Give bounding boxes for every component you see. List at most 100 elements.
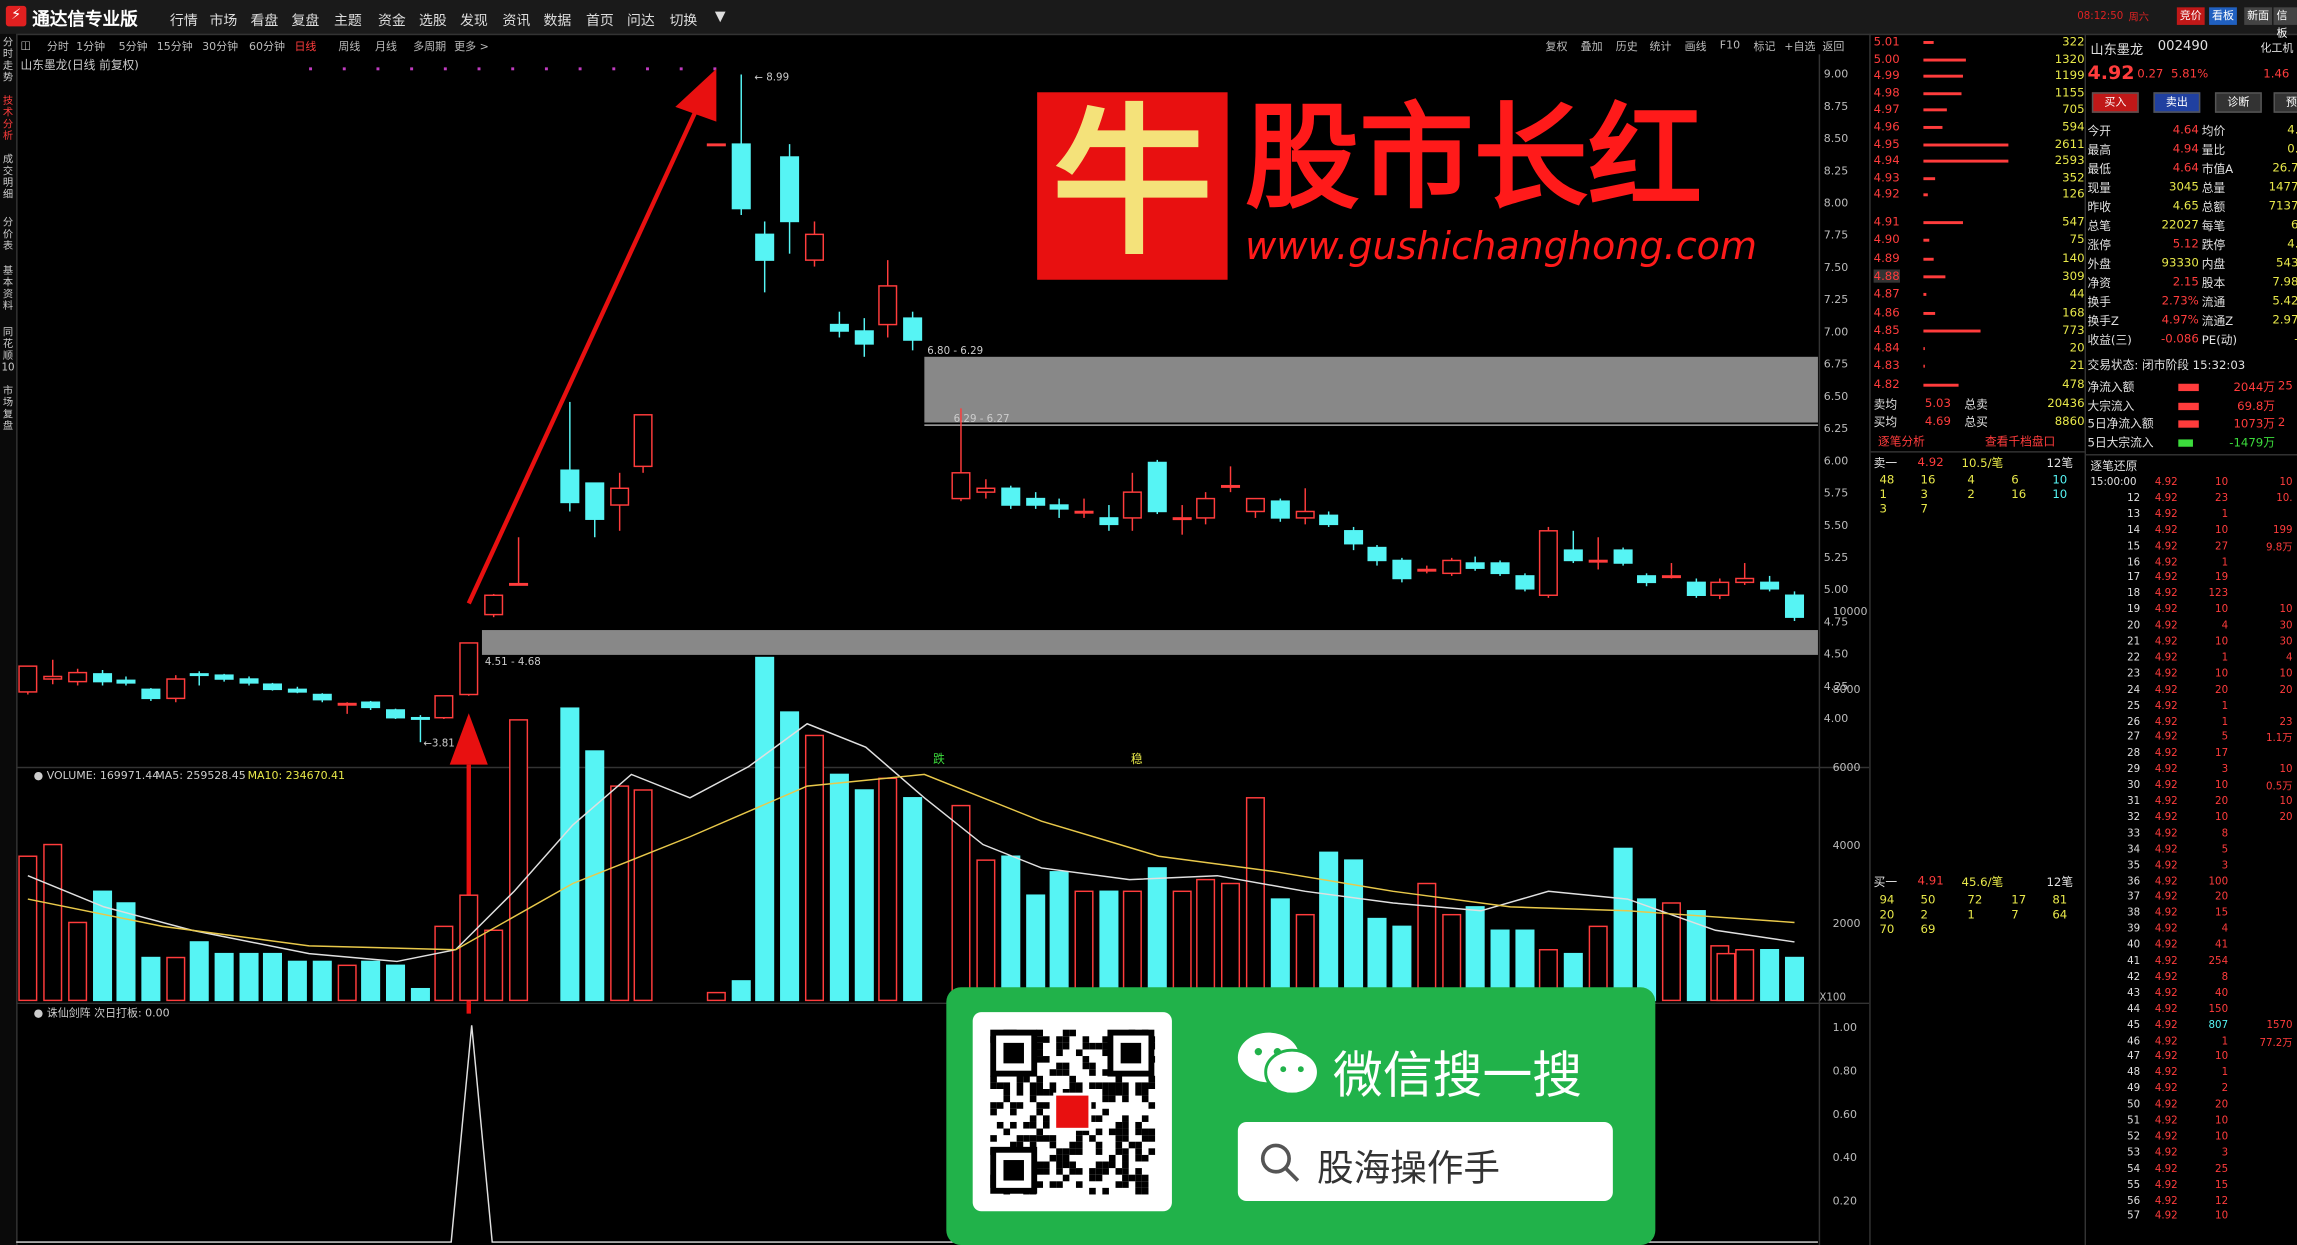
candle[interactable]: [166, 678, 186, 700]
panel-toggle-icon[interactable]: ◫: [21, 38, 31, 51]
candle[interactable]: [337, 702, 357, 706]
candle[interactable]: [1563, 549, 1583, 562]
period-tab[interactable]: 周线: [338, 38, 360, 54]
candle[interactable]: [1637, 575, 1657, 584]
candle[interactable]: [1784, 594, 1805, 618]
period-tab[interactable]: 月线: [375, 38, 397, 54]
candle[interactable]: [1147, 461, 1167, 513]
candle[interactable]: [755, 233, 775, 261]
candle[interactable]: [1245, 497, 1265, 513]
menu-item[interactable]: 问达: [627, 9, 655, 30]
candle[interactable]: [731, 143, 751, 210]
left-tab[interactable]: 成交明细: [1, 154, 14, 201]
candle[interactable]: [361, 701, 381, 709]
candle[interactable]: [903, 317, 923, 341]
left-tab[interactable]: 分价表: [1, 217, 14, 252]
candle[interactable]: [1538, 530, 1558, 596]
candle[interactable]: [116, 679, 136, 684]
menu-item[interactable]: 看盘: [250, 9, 278, 30]
chart-tool[interactable]: F10: [1720, 38, 1740, 51]
chart-tool[interactable]: 历史: [1616, 38, 1638, 54]
quote-action-button[interactable]: 买入: [2091, 92, 2139, 113]
candle[interactable]: [1686, 581, 1706, 596]
candle[interactable]: [1442, 559, 1462, 575]
candle[interactable]: [560, 469, 580, 504]
menu-item[interactable]: 主题: [334, 9, 362, 30]
candle[interactable]: [312, 693, 332, 701]
quote-action-button[interactable]: 卖出: [2153, 92, 2201, 113]
candle[interactable]: [1367, 546, 1387, 562]
period-tab[interactable]: 30分钟: [202, 38, 238, 54]
candle[interactable]: [976, 487, 996, 493]
candle[interactable]: [459, 642, 479, 696]
menu-item[interactable]: 首页: [586, 9, 614, 30]
candle[interactable]: [509, 582, 529, 586]
candle[interactable]: [43, 675, 63, 680]
candle[interactable]: [141, 688, 161, 700]
top-button[interactable]: 新面: [2244, 7, 2273, 25]
menu-item[interactable]: 发现: [460, 9, 488, 30]
candle[interactable]: [780, 156, 800, 223]
candle[interactable]: [1613, 549, 1633, 564]
candle[interactable]: [1710, 581, 1730, 596]
candle[interactable]: [410, 716, 430, 720]
candle[interactable]: [386, 709, 406, 719]
candle[interactable]: [1001, 487, 1021, 506]
tick-analysis-link[interactable]: 逐笔分析: [1878, 434, 1925, 450]
quote-action-button[interactable]: 预警: [2273, 92, 2297, 113]
candle[interactable]: [1392, 559, 1412, 580]
chart-tool[interactable]: +自选: [1784, 38, 1815, 54]
candle[interactable]: [1588, 559, 1608, 563]
candle[interactable]: [1760, 581, 1780, 590]
candle[interactable]: [1122, 491, 1142, 519]
period-tab[interactable]: 15分钟: [157, 38, 193, 54]
wechat-search-box[interactable]: 股海操作手: [1237, 1121, 1613, 1202]
candle[interactable]: [829, 323, 849, 332]
menu-item[interactable]: 数据: [543, 9, 571, 30]
period-tab[interactable]: 5分钟: [119, 38, 148, 54]
candle[interactable]: [1417, 568, 1437, 572]
candle[interactable]: [1172, 517, 1192, 521]
candle[interactable]: [18, 665, 38, 693]
menu-item[interactable]: 资金: [378, 9, 406, 30]
candle[interactable]: [878, 285, 898, 326]
candle[interactable]: [214, 674, 234, 680]
candle[interactable]: [1220, 484, 1241, 488]
candle[interactable]: [262, 683, 282, 691]
candle[interactable]: [1319, 514, 1339, 526]
menu-dropdown-icon[interactable]: ▼: [715, 9, 726, 25]
candle[interactable]: [484, 594, 504, 616]
candle[interactable]: [1490, 562, 1510, 575]
period-tab[interactable]: 日线: [294, 38, 316, 54]
period-tab[interactable]: 更多 >: [454, 38, 489, 54]
chart-tool[interactable]: 返回: [1822, 38, 1844, 54]
depth-link[interactable]: 查看千档盘口: [1985, 434, 2055, 450]
left-tab[interactable]: 技术分析: [1, 95, 14, 142]
chart-tool[interactable]: 标记: [1753, 38, 1775, 54]
candle[interactable]: [93, 673, 113, 683]
candle[interactable]: [706, 143, 726, 147]
candle[interactable]: [1465, 562, 1485, 569]
period-tab[interactable]: 60分钟: [249, 38, 285, 54]
menu-item[interactable]: 资讯: [502, 9, 530, 30]
candle[interactable]: [1270, 500, 1290, 519]
candle[interactable]: [1735, 577, 1755, 584]
candle[interactable]: [951, 472, 971, 500]
chart-tool[interactable]: 画线: [1685, 38, 1707, 54]
left-tab[interactable]: 分时走势: [1, 37, 14, 84]
candle[interactable]: [1515, 575, 1535, 590]
candle[interactable]: [68, 671, 88, 683]
candle[interactable]: [287, 688, 307, 693]
candle[interactable]: [610, 487, 630, 506]
candle[interactable]: [585, 482, 605, 520]
candle[interactable]: [434, 695, 454, 719]
candle[interactable]: [1295, 510, 1315, 519]
menu-item[interactable]: 市场: [209, 9, 237, 30]
top-button[interactable]: 看板: [2209, 7, 2237, 25]
period-tab[interactable]: 1分钟: [76, 38, 105, 54]
candle[interactable]: [1049, 504, 1069, 510]
top-button[interactable]: 竞价: [2176, 7, 2205, 25]
candle[interactable]: [1099, 517, 1119, 526]
top-button[interactable]: 信板: [2273, 7, 2297, 40]
left-tab[interactable]: 基本资料: [1, 265, 14, 312]
